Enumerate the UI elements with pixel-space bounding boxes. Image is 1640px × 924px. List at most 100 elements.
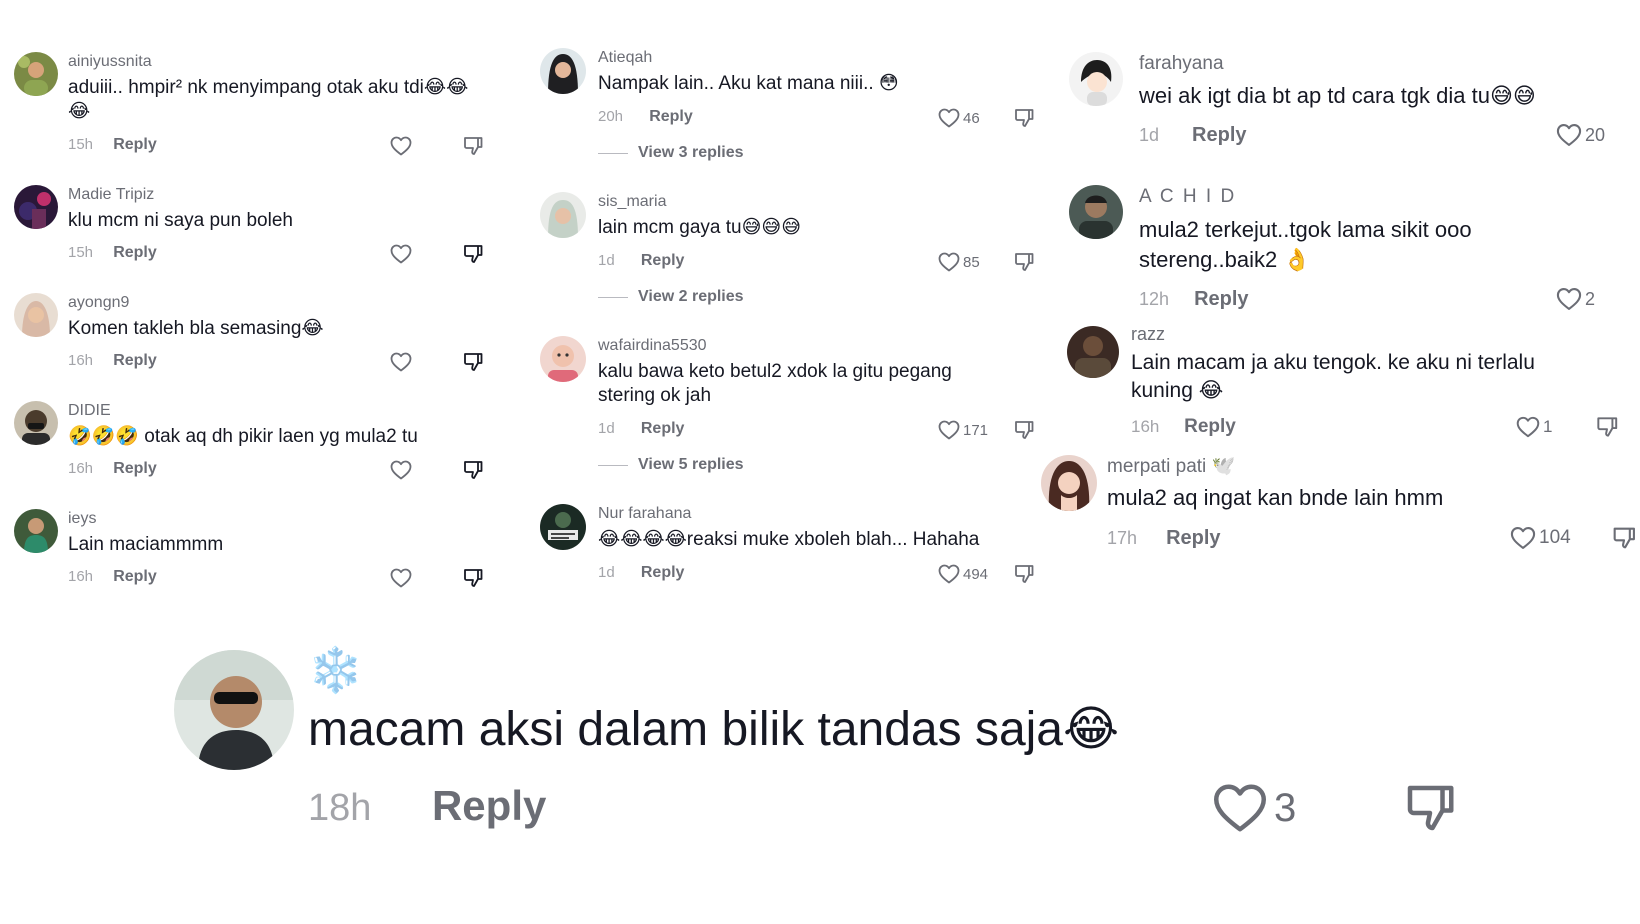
- comment-item: razz Lain macam ja aku tengok. ke aku ni…: [1067, 323, 1627, 453]
- heart-icon: [1555, 121, 1583, 149]
- like-button[interactable]: 104: [1509, 524, 1571, 552]
- like-button[interactable]: 3: [1210, 778, 1296, 838]
- like-count: 2: [1585, 288, 1596, 309]
- avatar[interactable]: [540, 504, 586, 550]
- like-count: 46: [963, 109, 980, 127]
- like-button[interactable]: [389, 350, 413, 374]
- reply-button[interactable]: Reply: [1194, 288, 1248, 310]
- comment-username[interactable]: Nur farahana: [598, 504, 1018, 524]
- view-replies-label: View 2 replies: [638, 288, 744, 305]
- reply-button[interactable]: Reply: [1184, 416, 1236, 437]
- avatar[interactable]: [540, 336, 586, 382]
- view-replies-button[interactable]: View 3 replies: [598, 144, 744, 162]
- like-button[interactable]: [389, 134, 413, 158]
- comment-text: macam aksi dalam bilik tandas saja😂: [308, 703, 1120, 756]
- like-button[interactable]: 1: [1515, 414, 1552, 440]
- dislike-button[interactable]: [1012, 562, 1036, 586]
- avatar[interactable]: [14, 509, 58, 553]
- comment-time: 15h: [68, 244, 94, 261]
- like-count: 20: [1585, 124, 1606, 145]
- dislike-button[interactable]: [1012, 418, 1036, 442]
- reply-button[interactable]: Reply: [641, 564, 685, 581]
- view-replies-button[interactable]: View 5 replies: [598, 456, 744, 474]
- comment-username[interactable]: razz: [1131, 323, 1591, 345]
- dislike-icon: [461, 134, 485, 158]
- reply-button[interactable]: Reply: [432, 782, 546, 829]
- reply-button[interactable]: Reply: [113, 568, 157, 585]
- reply-button[interactable]: Reply: [1166, 527, 1220, 549]
- comment-text: lain mcm gaya tu😅😅😅: [598, 217, 802, 238]
- dislike-icon: [461, 458, 485, 482]
- comment-text: Nampak lain.. Aku kat mana niii.. 😳: [598, 73, 899, 94]
- avatar[interactable]: [14, 401, 58, 445]
- comment-username[interactable]: wafairdina5530: [598, 336, 1018, 356]
- dislike-button[interactable]: [461, 566, 485, 590]
- dislike-button[interactable]: [461, 134, 485, 158]
- comment-username[interactable]: Atieqah: [598, 48, 1018, 68]
- comment-time: 16h: [68, 460, 94, 477]
- comment-username[interactable]: Madie Tripiz: [68, 185, 488, 205]
- comment-text: kalu bawa keto betul2 xdok la gitu pegan…: [598, 361, 952, 406]
- dislike-icon: [461, 566, 485, 590]
- dislike-button[interactable]: [461, 242, 485, 266]
- view-replies-label: View 5 replies: [638, 456, 744, 473]
- avatar[interactable]: [174, 650, 294, 770]
- avatar[interactable]: [1069, 185, 1123, 239]
- comment-item: Madie Tripiz klu mcm ni saya pun boleh 1…: [14, 185, 494, 275]
- reply-button[interactable]: Reply: [641, 420, 685, 437]
- dislike-icon: [1012, 106, 1036, 130]
- avatar[interactable]: [1067, 326, 1119, 378]
- comment-time: 17h: [1107, 528, 1138, 548]
- like-button[interactable]: 20: [1555, 121, 1605, 149]
- like-button[interactable]: 46: [937, 106, 980, 130]
- avatar[interactable]: [540, 192, 586, 238]
- comment-text: klu mcm ni saya pun boleh: [68, 210, 293, 231]
- comment-username[interactable]: A C H I D: [1139, 185, 1579, 209]
- comment-item: Atieqah Nampak lain.. Aku kat mana niii.…: [540, 48, 1030, 168]
- avatar[interactable]: [1069, 52, 1123, 106]
- like-button[interactable]: 494: [937, 562, 988, 586]
- avatar[interactable]: [14, 185, 58, 229]
- dislike-button[interactable]: [1012, 250, 1036, 274]
- comment-username[interactable]: farahyana: [1139, 52, 1619, 76]
- like-button[interactable]: [389, 566, 413, 590]
- reply-button[interactable]: Reply: [641, 252, 685, 269]
- snowflake-badge-icon: ❄️: [308, 646, 363, 695]
- like-button[interactable]: [389, 242, 413, 266]
- reply-button[interactable]: Reply: [113, 460, 157, 477]
- comment-item: Nur farahana 😂😂😂😂reaksi muke xboleh blah…: [540, 504, 1030, 594]
- like-button[interactable]: 2: [1555, 285, 1595, 313]
- view-replies-label: View 3 replies: [638, 144, 744, 161]
- avatar[interactable]: [1041, 455, 1097, 511]
- avatar[interactable]: [540, 48, 586, 94]
- heart-icon: [1210, 778, 1270, 838]
- comment-username[interactable]: sis_maria: [598, 192, 1018, 212]
- comment-username[interactable]: ayongn9: [68, 293, 488, 313]
- comment-username[interactable]: DIDIE: [68, 401, 488, 421]
- reply-button[interactable]: Reply: [113, 136, 157, 153]
- like-button[interactable]: 171: [937, 418, 988, 442]
- dislike-button[interactable]: [1012, 106, 1036, 130]
- comment-time: 1d: [598, 564, 615, 581]
- avatar[interactable]: [14, 52, 58, 96]
- comment-username[interactable]: merpati pati 🕊️: [1107, 455, 1627, 479]
- dislike-button[interactable]: [1610, 524, 1638, 552]
- comment-username[interactable]: ainiyussnita: [68, 52, 488, 72]
- like-button[interactable]: 85: [937, 250, 980, 274]
- heart-icon: [389, 134, 413, 158]
- view-replies-button[interactable]: View 2 replies: [598, 288, 744, 306]
- comment-time: 1d: [598, 420, 615, 437]
- dislike-button[interactable]: [461, 350, 485, 374]
- reply-button[interactable]: Reply: [649, 108, 693, 125]
- dislike-button[interactable]: [1400, 778, 1460, 838]
- avatar[interactable]: [14, 293, 58, 337]
- comment-text: aduiii.. hmpir² nk menyimpang otak aku t…: [68, 77, 469, 122]
- like-button[interactable]: [389, 458, 413, 482]
- reply-button[interactable]: Reply: [113, 244, 157, 261]
- dislike-button[interactable]: [1594, 414, 1620, 440]
- comment-username[interactable]: ieys: [68, 509, 488, 529]
- heart-icon: [1555, 285, 1583, 313]
- dislike-button[interactable]: [461, 458, 485, 482]
- reply-button[interactable]: Reply: [113, 352, 157, 369]
- reply-button[interactable]: Reply: [1192, 124, 1246, 146]
